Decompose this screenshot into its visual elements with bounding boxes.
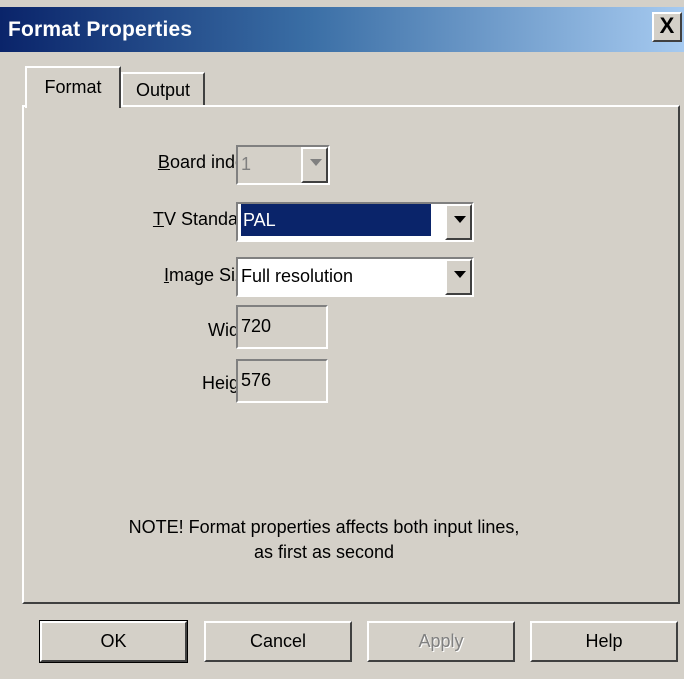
ok-button[interactable]: OK — [39, 620, 188, 663]
tv-standard-combo[interactable]: PAL — [236, 202, 474, 242]
board-index-combo[interactable]: 1 — [236, 145, 330, 185]
tab-format-label: Format — [44, 77, 102, 97]
note-line-2: as first as second — [253, 542, 395, 562]
tv-standard-label: TV Standard — [152, 209, 254, 229]
window-title: Format Properties — [8, 18, 193, 41]
board-index-value: 1 — [241, 154, 252, 174]
apply-button[interactable]: Apply — [367, 621, 515, 662]
chevron-down-icon[interactable] — [445, 259, 472, 295]
tab-format[interactable]: Format — [25, 66, 121, 108]
close-button[interactable]: X — [652, 12, 682, 42]
cancel-button[interactable]: Cancel — [204, 621, 352, 662]
width-field: 720 — [236, 305, 328, 349]
board-index-label: Board index — [157, 152, 254, 172]
note-line-1: NOTE! Format properties affects both inp… — [128, 517, 520, 537]
height-label: Height — [201, 373, 254, 393]
image-size-value: Full resolution — [241, 266, 354, 286]
title-bar[interactable]: Format Properties X — [0, 7, 684, 52]
image-size-combo[interactable]: Full resolution — [236, 257, 474, 297]
height-field: 576 — [236, 359, 328, 403]
width-label: Width — [207, 320, 254, 340]
format-properties-dialog: Format Properties X Format Output Board … — [0, 0, 684, 679]
chevron-down-icon[interactable] — [301, 147, 328, 183]
tab-output-label: Output — [135, 80, 191, 100]
tv-standard-value: PAL — [241, 204, 431, 236]
format-tab-panel: Board index 1 TV Standard PAL Image Size… — [22, 105, 680, 604]
chevron-down-icon[interactable] — [445, 204, 472, 240]
width-value: 720 — [241, 316, 272, 336]
close-icon: X — [659, 13, 675, 38]
tab-output[interactable]: Output — [121, 72, 205, 106]
height-value: 576 — [241, 370, 272, 390]
help-button[interactable]: Help — [530, 621, 678, 662]
image-size-label: Image Size — [163, 265, 254, 285]
